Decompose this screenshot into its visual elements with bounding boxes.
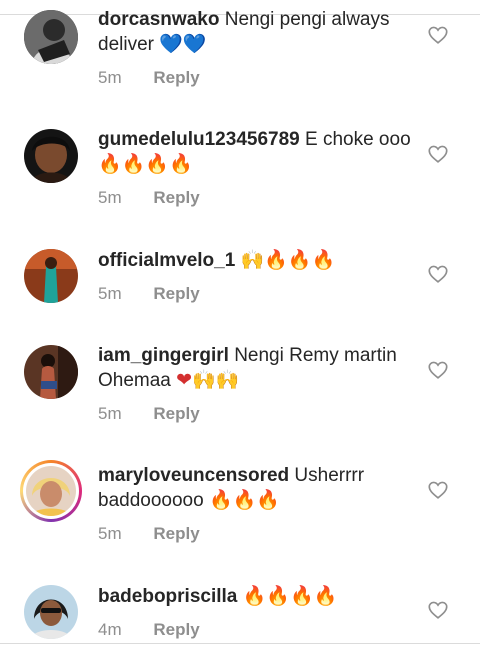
heart-outline-icon[interactable]	[427, 263, 449, 285]
fire-emoji: 🔥🔥🔥🔥	[242, 585, 338, 607]
comment-time: 5m	[98, 524, 122, 543]
comment-username[interactable]: officialmvelo_1	[98, 250, 235, 271]
fire-emoji: 🔥🔥🔥	[208, 489, 280, 511]
comment-meta: 5m Reply	[98, 188, 200, 208]
comment-time: 5m	[98, 68, 122, 87]
comment-text: officialmvelo_1 🙌🔥🔥🔥	[98, 248, 418, 273]
avatar[interactable]	[24, 585, 78, 639]
avatar	[26, 466, 76, 516]
comment-meta: 5m Reply	[98, 68, 200, 88]
heart-outline-icon[interactable]	[427, 479, 449, 501]
comment-username[interactable]: maryloveuncensored	[98, 465, 289, 486]
reply-button[interactable]: Reply	[153, 620, 199, 639]
bottom-divider	[0, 643, 480, 644]
reply-button[interactable]: Reply	[153, 284, 199, 303]
heart-outline-icon[interactable]	[427, 143, 449, 165]
hands-fire-emoji: 🙌🔥🔥🔥	[240, 249, 336, 271]
reply-button[interactable]: Reply	[153, 524, 199, 543]
comment-text: badebopriscilla 🔥🔥🔥🔥	[98, 584, 418, 609]
comment-text: dorcasnwako Nengi pengi always deliver 💙…	[98, 8, 418, 57]
comment-time: 5m	[98, 284, 122, 303]
comment-meta: 5m Reply	[98, 284, 200, 304]
story-ring-avatar[interactable]	[20, 460, 82, 522]
avatar[interactable]	[24, 249, 78, 303]
fire-emoji: 🔥🔥🔥🔥	[98, 153, 193, 175]
comment-username[interactable]: badebopriscilla	[98, 586, 237, 607]
comment-username[interactable]: iam_gingergirl	[98, 345, 229, 366]
comment-time: 4m	[98, 620, 122, 639]
reply-button[interactable]: Reply	[153, 404, 199, 423]
comment-meta: 5m Reply	[98, 524, 200, 544]
comment-text: gumedelulu123456789 E choke ooo 🔥🔥🔥🔥	[98, 128, 418, 177]
story-ring-gap	[23, 463, 79, 519]
avatar[interactable]	[24, 129, 78, 183]
blue-heart-emoji: 💙💙	[159, 33, 207, 55]
heart-hands-emoji: ❤🙌🙌	[176, 369, 240, 391]
comment-meta: 4m Reply	[98, 620, 200, 640]
comment-text: iam_gingergirl Nengi Remy martin Ohemaa …	[98, 344, 418, 393]
heart-outline-icon[interactable]	[427, 359, 449, 381]
avatar[interactable]	[24, 10, 78, 64]
comment-username[interactable]: dorcasnwako	[98, 9, 219, 30]
heart-outline-icon[interactable]	[427, 24, 449, 46]
comment-time: 5m	[98, 188, 122, 207]
reply-button[interactable]: Reply	[153, 188, 199, 207]
comment-meta: 5m Reply	[98, 404, 200, 424]
comment-time: 5m	[98, 404, 122, 423]
avatar[interactable]	[24, 345, 78, 399]
heart-outline-icon[interactable]	[427, 599, 449, 621]
comment-username[interactable]: gumedelulu123456789	[98, 129, 300, 150]
reply-button[interactable]: Reply	[153, 68, 199, 87]
comment-body: E choke ooo	[305, 129, 411, 150]
comment-text: maryloveuncensored Usherrrr baddoooooo 🔥…	[98, 464, 418, 513]
